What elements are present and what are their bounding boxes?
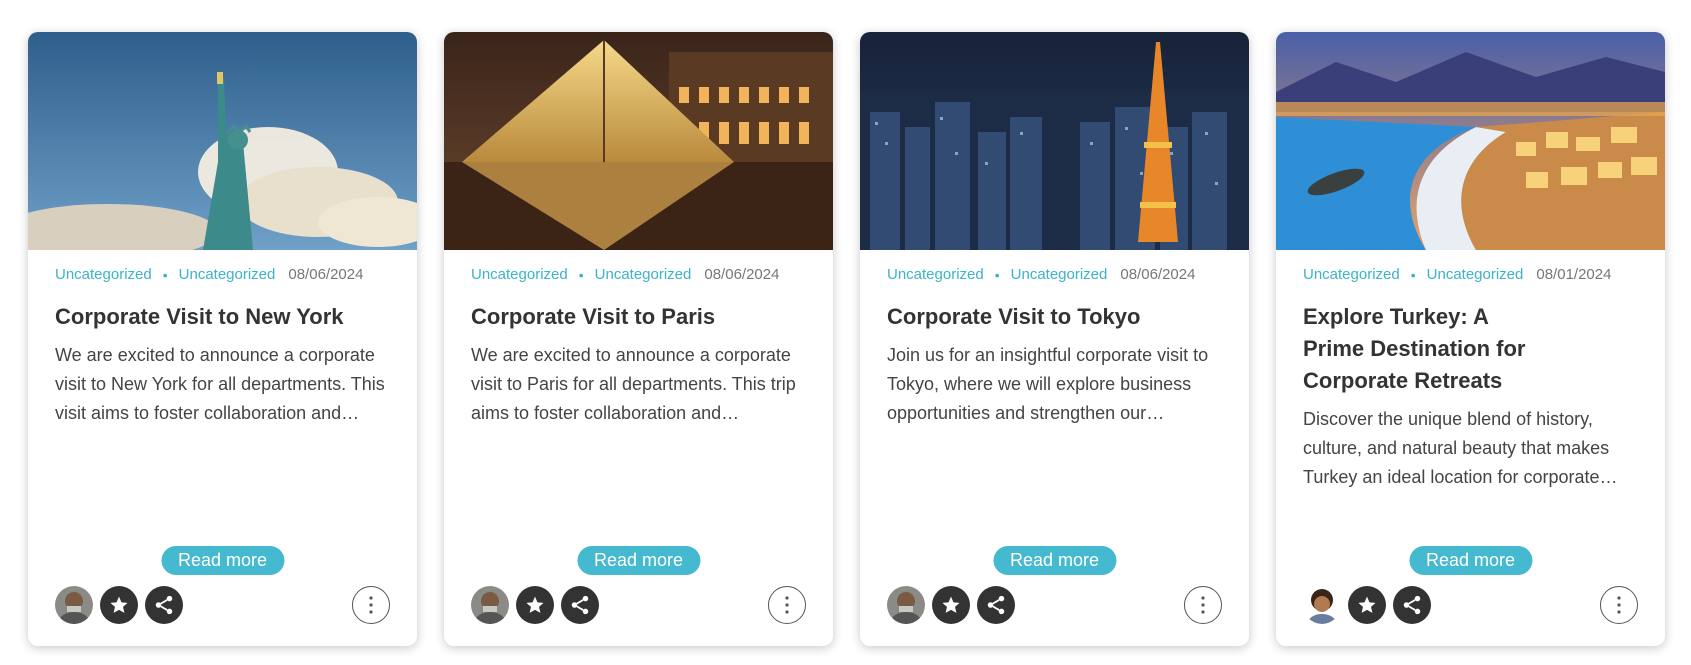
- category-link[interactable]: Uncategorized: [471, 266, 568, 283]
- post-excerpt: We are excited to announce a corporate v…: [471, 345, 796, 423]
- more-vertical-icon[interactable]: [1184, 586, 1222, 624]
- author-avatar[interactable]: [1303, 586, 1341, 624]
- post-thumbnail[interactable]: [860, 32, 1249, 250]
- separator-dot: •: [1410, 266, 1416, 283]
- separator-dot: •: [162, 266, 168, 283]
- card-footer: [1303, 585, 1638, 625]
- category-link[interactable]: Uncategorized: [887, 266, 984, 283]
- more-vertical-icon[interactable]: [1600, 586, 1638, 624]
- post-excerpt: We are excited to announce a corporate v…: [55, 345, 385, 423]
- post-title[interactable]: Explore Turkey: A Prime Destination for …: [1303, 301, 1543, 397]
- post-card: Uncategorized • Uncategorized 08/06/2024…: [444, 32, 833, 646]
- category-link[interactable]: Uncategorized: [179, 266, 276, 283]
- star-icon[interactable]: [932, 586, 970, 624]
- card-footer: [887, 585, 1222, 625]
- post-thumbnail[interactable]: [444, 32, 833, 250]
- category-link[interactable]: Uncategorized: [1303, 266, 1400, 283]
- post-card: Uncategorized • Uncategorized 08/06/2024…: [28, 32, 417, 646]
- read-more-button[interactable]: Read more: [1408, 546, 1533, 575]
- author-avatar[interactable]: [887, 586, 925, 624]
- more-vertical-icon[interactable]: [352, 586, 390, 624]
- card-footer: [471, 585, 806, 625]
- star-icon[interactable]: [1348, 586, 1386, 624]
- post-date: 08/06/2024: [288, 266, 364, 283]
- louvre-pyramid-image: [444, 32, 833, 250]
- post-date: 08/06/2024: [704, 266, 780, 283]
- post-card: Uncategorized • Uncategorized 08/06/2024…: [860, 32, 1249, 646]
- post-excerpt: Join us for an insightful corporate visi…: [887, 345, 1209, 423]
- read-more-button[interactable]: Read more: [992, 546, 1117, 575]
- read-more-button[interactable]: Read more: [160, 546, 285, 575]
- separator-dot: •: [994, 266, 1000, 283]
- separator-dot: •: [578, 266, 584, 283]
- card-footer: [55, 585, 390, 625]
- post-thumbnail[interactable]: [1276, 32, 1665, 250]
- star-icon[interactable]: [100, 586, 138, 624]
- post-title[interactable]: Corporate Visit to Paris: [471, 301, 806, 333]
- read-more-button[interactable]: Read more: [576, 546, 701, 575]
- post-date: 08/06/2024: [1120, 266, 1196, 283]
- statue-of-liberty-image: [28, 32, 417, 250]
- post-date: 08/01/2024: [1536, 266, 1612, 283]
- post-thumbnail[interactable]: [28, 32, 417, 250]
- post-card: Uncategorized • Uncategorized 08/01/2024…: [1276, 32, 1665, 646]
- post-grid: Uncategorized • Uncategorized 08/06/2024…: [28, 32, 1665, 646]
- share-icon[interactable]: [561, 586, 599, 624]
- share-icon[interactable]: [977, 586, 1015, 624]
- category-link[interactable]: Uncategorized: [1011, 266, 1108, 283]
- share-icon[interactable]: [145, 586, 183, 624]
- share-icon[interactable]: [1393, 586, 1431, 624]
- tokyo-tower-image: [860, 32, 1249, 250]
- turkey-coast-image: [1276, 32, 1665, 250]
- star-icon[interactable]: [516, 586, 554, 624]
- post-title[interactable]: Corporate Visit to New York: [55, 301, 390, 333]
- more-vertical-icon[interactable]: [768, 586, 806, 624]
- category-link[interactable]: Uncategorized: [1427, 266, 1524, 283]
- category-link[interactable]: Uncategorized: [55, 266, 152, 283]
- post-excerpt: Discover the unique blend of history, cu…: [1303, 409, 1610, 487]
- post-title[interactable]: Corporate Visit to Tokyo: [887, 301, 1222, 333]
- author-avatar[interactable]: [55, 586, 93, 624]
- author-avatar[interactable]: [471, 586, 509, 624]
- category-link[interactable]: Uncategorized: [595, 266, 692, 283]
